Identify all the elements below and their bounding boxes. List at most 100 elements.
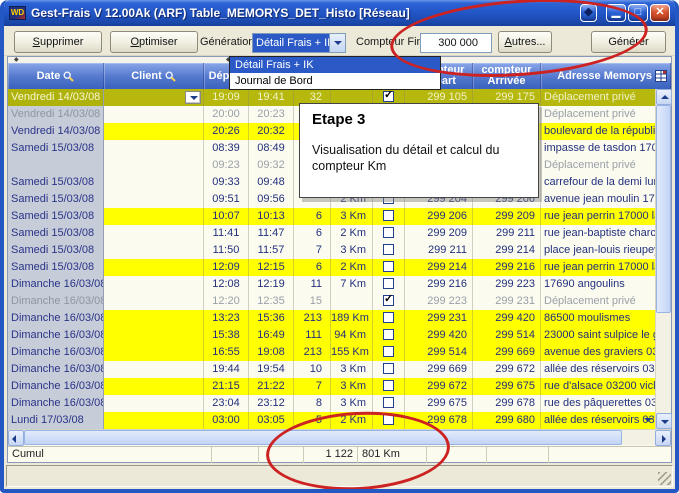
cell-arrivee: 21:22 [249,378,294,395]
cell-compteur-arrivee: 299 211 [473,225,541,242]
scroll-up-button[interactable] [656,89,672,105]
generation-combobox-value: Détail Frais + IK [253,34,329,52]
header-adresse[interactable]: Adresse Memorys [541,63,671,89]
table-row[interactable]: Dimanche 16/03/0812:0812:19117 Km299 216… [8,276,655,293]
chevron-down-icon[interactable] [329,34,345,52]
table-row[interactable]: Samedi 15/03/0812:0912:1562 Km299 214299… [8,259,655,276]
cell-date: Dimanche 16/03/08 [8,276,104,293]
cell-arrivee: 20:32 [249,123,294,140]
close-button[interactable]: ✕ [650,4,670,22]
cell-date: Dimanche 16/03/08 [8,293,104,310]
cell-private-flag [373,225,405,242]
cell-arrivee: 19:08 [249,344,294,361]
table-row[interactable]: Samedi 15/03/0811:5011:5773 Km299 211299… [8,242,655,259]
private-checkbox[interactable] [383,210,394,221]
table-row[interactable]: Dimanche 16/03/0812:2012:3515299 223299 … [8,293,655,310]
chevron-down-icon[interactable] [644,418,652,426]
header-client[interactable]: Client [104,63,204,89]
table-row[interactable]: Lundi 17/03/0803:0003:0552 Km299 678299 … [8,412,655,429]
cell-depart: 09:51 [204,191,249,208]
cell-duree: 6 [294,208,331,225]
horizontal-scrollbar[interactable] [8,429,671,445]
generation-label: Génération [200,36,254,48]
cell-depart: 16:55 [204,344,249,361]
scroll-down-button[interactable] [656,413,672,429]
cell-km: 155 Km [331,344,373,361]
table-row[interactable]: Dimanche 16/03/0819:4419:54103 Km299 669… [8,361,655,378]
cell-km: 3 Km [331,395,373,412]
private-checkbox[interactable] [383,414,394,425]
private-checkbox[interactable] [383,91,394,102]
scroll-left-button[interactable] [8,430,24,446]
compteur-fin-input[interactable] [420,33,492,53]
private-checkbox[interactable] [383,278,394,289]
horizontal-scrollbar-thumb[interactable] [24,430,622,445]
private-checkbox[interactable] [383,329,394,340]
header-date[interactable]: Date [8,63,104,89]
cell-arrivee: 15:36 [249,310,294,327]
table-row[interactable]: Dimanche 16/03/0823:0423:1283 Km299 6752… [8,395,655,412]
cell-duree: 213 [294,344,331,361]
cell-adresse: 17690 angoulins [541,276,655,293]
cell-private-flag [373,276,405,293]
window-extra-button[interactable]: ◆ [580,4,597,22]
cumul-km-total: 801 Km [362,448,422,460]
window-title: Gest-Frais V 12.00Ak (ARF) Table_MEMORYS… [31,6,578,20]
cell-adresse: Déplacement privé [541,293,655,310]
cell-date: Samedi 15/03/08 [8,140,104,157]
grid-icon [655,70,667,82]
vertical-scrollbar[interactable] [655,89,671,429]
cell-adresse: allée des réservoirs 03200 vichy [541,361,655,378]
cell-depart: 08:39 [204,140,249,157]
cumul-row: Cumul 1 122 801 Km [8,446,671,462]
generer-button[interactable]: Générer [591,31,666,53]
generation-combobox[interactable]: Détail Frais + IK [252,33,346,53]
table-row[interactable]: Dimanche 16/03/0813:2315:36213189 Km299 … [8,310,655,327]
cell-compteur-arrivee: 299 675 [473,378,541,395]
cell-client [104,378,204,395]
autres-button[interactable]: Autres... [498,31,552,53]
cell-private-flag [373,344,405,361]
search-icon [165,71,176,82]
table-row[interactable]: Dimanche 16/03/0815:3816:4911194 Km299 4… [8,327,655,344]
private-checkbox[interactable] [383,397,394,408]
header-compteur-arrivee[interactable]: compteur Arrivée [473,63,541,89]
cell-depart: 12:08 [204,276,249,293]
cell-adresse: boulevard de la république 17000 [541,123,655,140]
cell-km: 3 Km [331,378,373,395]
private-checkbox[interactable] [383,227,394,238]
dropdown-option-journal-de-bord[interactable]: Journal de Bord [230,73,440,89]
table-row[interactable]: Dimanche 16/03/0821:1521:2273 Km299 6722… [8,378,655,395]
optimiser-button[interactable]: Optimiser [110,31,198,53]
cell-compteur-depart: 299 231 [405,310,473,327]
cell-compteur-arrivee: 299 209 [473,208,541,225]
table-row[interactable]: Samedi 15/03/0811:4111:4762 Km299 209299… [8,225,655,242]
private-checkbox[interactable] [383,312,394,323]
cell-duree: 7 [294,242,331,259]
maximize-button[interactable]: □ [628,4,648,22]
private-checkbox[interactable] [383,295,394,306]
vertical-scrollbar-thumb[interactable] [656,105,671,313]
scroll-right-button[interactable] [655,430,671,446]
cell-adresse: impasse de tasdon 17000 la roch [541,140,655,157]
cell-compteur-depart: 299 216 [405,276,473,293]
supprimer-button[interactable]: Supprimer [14,31,102,53]
table-row[interactable]: Samedi 15/03/0810:0710:1363 Km299 206299… [8,208,655,225]
cell-date: Samedi 15/03/08 [8,174,104,191]
private-checkbox[interactable] [383,346,394,357]
cell-client [104,412,204,429]
dropdown-option-detail-frais-ik[interactable]: Détail Frais + IK [230,57,440,73]
cell-duree: 11 [294,276,331,293]
cell-compteur-arrivee: 299 231 [473,293,541,310]
table-row[interactable]: Dimanche 16/03/0816:5519:08213155 Km299 … [8,344,655,361]
minimize-button[interactable]: ▁ [606,4,626,22]
private-checkbox[interactable] [383,380,394,391]
private-checkbox[interactable] [383,244,394,255]
cell-adresse: rue jean perrin 17000 la rochelle [541,259,655,276]
client-dropdown-button[interactable] [185,91,201,104]
cell-km: 2 Km [331,412,373,429]
resize-grip-icon[interactable] [658,472,671,485]
private-checkbox[interactable] [383,261,394,272]
cell-depart: 21:15 [204,378,249,395]
private-checkbox[interactable] [383,363,394,374]
